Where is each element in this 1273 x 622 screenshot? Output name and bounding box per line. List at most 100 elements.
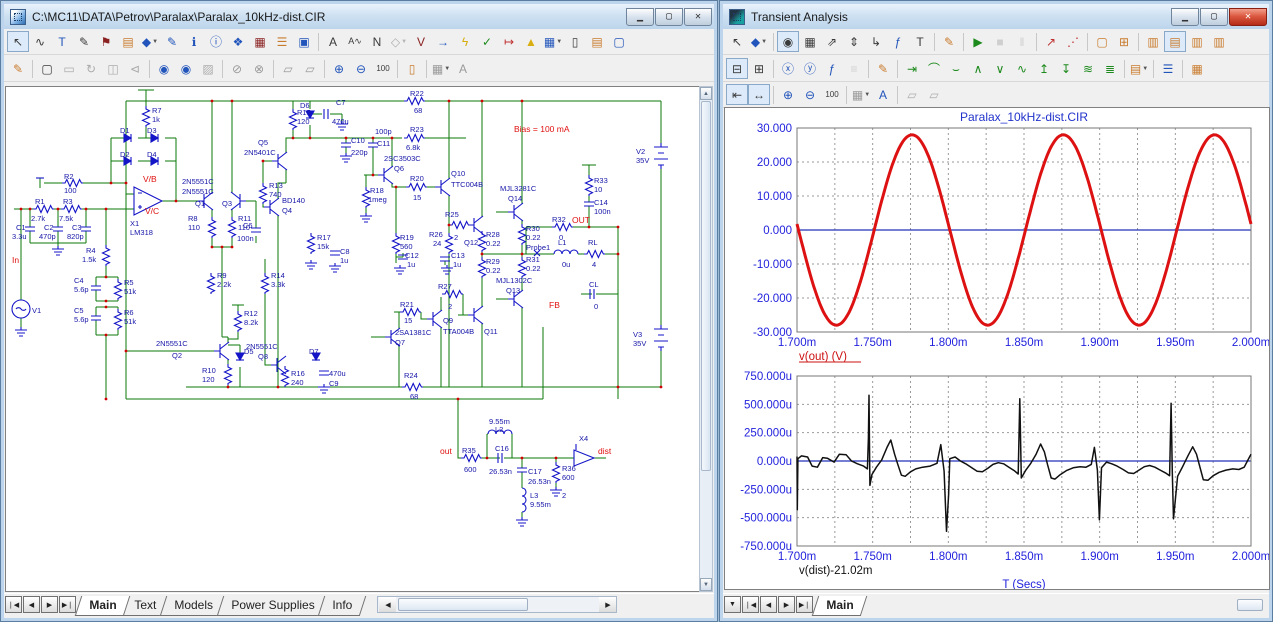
horizontal-tag-icon[interactable]: ⊟ [726, 58, 748, 79]
plot-area[interactable]: -30.000-20.000-10.0000.00010.00020.00030… [724, 107, 1270, 590]
text-list-icon[interactable]: ☰ [271, 31, 293, 52]
info-circle-icon[interactable]: ⊘ [226, 58, 248, 79]
close-button[interactable]: ✕ [684, 8, 712, 26]
data-points-icon[interactable]: ▢ [1091, 31, 1113, 52]
shape-box-icon[interactable]: ▭ [58, 58, 80, 79]
cursor-points-icon[interactable]: ⋰ [1062, 31, 1084, 52]
info-mode-icon[interactable]: ℹ [183, 31, 205, 52]
help-mode-icon[interactable]: ⓘ [205, 31, 227, 52]
hscroll-right-icon[interactable]: ▶ [599, 597, 616, 612]
tab-power-supplies[interactable]: Power Supplies [217, 596, 329, 616]
schematic-canvas[interactable]: R2100R12.7kR37.5kC13.3uC2470pC3820pV1R71… [5, 86, 702, 592]
cursor-envelope-icon[interactable]: ≋ [1077, 58, 1099, 79]
horizontal-scale-icon[interactable]: ⇗ [821, 31, 843, 52]
node-voltages-icon[interactable]: V [410, 31, 432, 52]
pause-icon[interactable]: ‖ [1011, 31, 1033, 52]
wire-mode-icon[interactable]: ∿ [29, 31, 51, 52]
border-select-icon[interactable]: ▢ [608, 31, 630, 52]
legend-label[interactable]: v(dist)-21.02m [799, 565, 873, 577]
cursor-low-icon[interactable]: ∨ [989, 58, 1011, 79]
plot-hscroll-thumb[interactable] [1237, 599, 1263, 611]
node-select-icon[interactable]: ◇▼ [388, 31, 410, 52]
schematic-vscrollbar[interactable]: ▲ ▼ [699, 86, 713, 592]
left-panels-icon[interactable]: ▥ [1186, 31, 1208, 52]
right-panels-icon[interactable]: ▥ [1208, 31, 1230, 52]
tab-main[interactable]: Main [75, 596, 131, 616]
formula-icon[interactable]: ƒ [887, 31, 909, 52]
tab-prev-icon[interactable]: ◀ [760, 596, 777, 613]
tab-last-icon[interactable]: ▶❘ [796, 596, 813, 613]
shapes-menu-icon[interactable]: ◆▼ [139, 31, 161, 52]
cursor-peak-icon[interactable]: ⌒ [923, 58, 945, 79]
scale-mode-icon[interactable]: ◉ [777, 31, 799, 52]
legend-label[interactable]: v(out) (V) [799, 351, 847, 363]
font-icon[interactable]: A [452, 58, 474, 79]
tab-dropdown-icon[interactable]: ▼ [724, 596, 741, 613]
expand-scale-icon[interactable]: ⊞ [1113, 31, 1135, 52]
hscroll-left-icon[interactable]: ◀ [379, 597, 396, 612]
tab-prev-icon[interactable]: ◀ [23, 596, 40, 613]
vscroll-thumb[interactable] [701, 101, 711, 471]
clipboard-icon[interactable]: ▤▼ [1128, 58, 1150, 79]
select-icon[interactable]: ↖ [726, 31, 748, 52]
cursor-global-low-icon[interactable]: ↧ [1055, 58, 1077, 79]
edit-waveform-icon[interactable]: ✎ [872, 58, 894, 79]
tab-first-icon[interactable]: ❘◀ [5, 596, 22, 613]
properties-icon[interactable]: ✎ [938, 31, 960, 52]
mirror-icon[interactable]: ◫ [102, 58, 124, 79]
test-point-icon[interactable]: ↦ [498, 31, 520, 52]
select-icon[interactable]: ↖ [7, 31, 29, 52]
page-copy-icon[interactable]: ▯ [401, 58, 423, 79]
zoom-in-icon[interactable]: ⊕ [328, 58, 350, 79]
stop-icon[interactable]: ■ [989, 31, 1011, 52]
copy-back-icon[interactable]: ▱ [299, 58, 321, 79]
cursor-global-high-icon[interactable]: ↥ [1033, 58, 1055, 79]
cursor-valley-icon[interactable]: ⌣ [945, 58, 967, 79]
tab-first-icon[interactable]: ❘◀ [742, 596, 759, 613]
zoom-out-icon[interactable]: ⊖ [799, 84, 821, 105]
minimize-button[interactable]: ▁ [1171, 8, 1199, 26]
link-mode-icon[interactable]: ❖ [227, 31, 249, 52]
attribute-text-icon[interactable]: A [322, 31, 344, 52]
text-mode-icon[interactable]: T [909, 31, 931, 52]
close-button[interactable]: ✕ [1229, 8, 1267, 26]
zoom-out-icon[interactable]: ⊖ [350, 58, 372, 79]
go-to-performance-icon[interactable]: ƒ [821, 58, 843, 79]
flag-mode-icon[interactable]: ⚑ [95, 31, 117, 52]
go-to-x-icon[interactable]: ⓧ [777, 58, 799, 79]
scroll-down-icon[interactable]: ▼ [700, 578, 712, 591]
schematic-hscrollbar[interactable]: ◀ ▶ [377, 596, 617, 613]
panel-grid-icon[interactable]: ▦▼ [430, 58, 452, 79]
find-icon[interactable]: ◉ [153, 58, 175, 79]
left-titlebar[interactable]: C:\MC11\DATA\Petrov\Paralax\Paralax_10kH… [4, 4, 714, 29]
grid-toggle-icon[interactable]: ▦▼ [542, 31, 564, 52]
cursor-high-icon[interactable]: ∧ [967, 58, 989, 79]
go-to-branch-icon[interactable]: ≡ [843, 58, 865, 79]
stacked-panels-icon[interactable]: ▤ [1164, 31, 1186, 52]
font-icon[interactable]: A [872, 84, 894, 105]
maximize-button[interactable]: ▢ [655, 8, 683, 26]
tag-point-icon[interactable]: ↳ [865, 31, 887, 52]
copy-front-icon[interactable]: ▱ [277, 58, 299, 79]
checklist-icon[interactable]: ▣ [293, 31, 315, 52]
vertical-scale-icon[interactable]: ⇕ [843, 31, 865, 52]
new-page-icon[interactable]: ▯ [564, 31, 586, 52]
minimize-button[interactable]: ▁ [626, 8, 654, 26]
align-both-icon[interactable]: ↔ [748, 84, 770, 105]
watch-list-icon[interactable]: ☰ [1157, 58, 1179, 79]
scroll-up-icon[interactable]: ▲ [700, 87, 712, 100]
current-probe-icon[interactable]: → [432, 31, 454, 52]
maximize-button[interactable]: ▢ [1200, 8, 1228, 26]
vertical-tag-icon[interactable]: ⊞ [748, 58, 770, 79]
align-cursors-icon[interactable]: ⇤ [726, 84, 748, 105]
cursor-inflection-icon[interactable]: ∿ [1011, 58, 1033, 79]
select-area-icon[interactable]: ▢ [36, 58, 58, 79]
graphics-mode-icon[interactable]: ✎ [73, 31, 95, 52]
wire-text-icon[interactable]: A∿ [344, 31, 366, 52]
cursor-line-icon[interactable]: ↗ [1040, 31, 1062, 52]
text-mode-icon[interactable]: T [51, 31, 73, 52]
zoom-scale-icon[interactable]: 100 [821, 84, 843, 105]
step-box-icon[interactable]: ▨ [197, 58, 219, 79]
zoom-in-icon[interactable]: ⊕ [777, 84, 799, 105]
model-editor-icon[interactable]: ▦ [249, 31, 271, 52]
